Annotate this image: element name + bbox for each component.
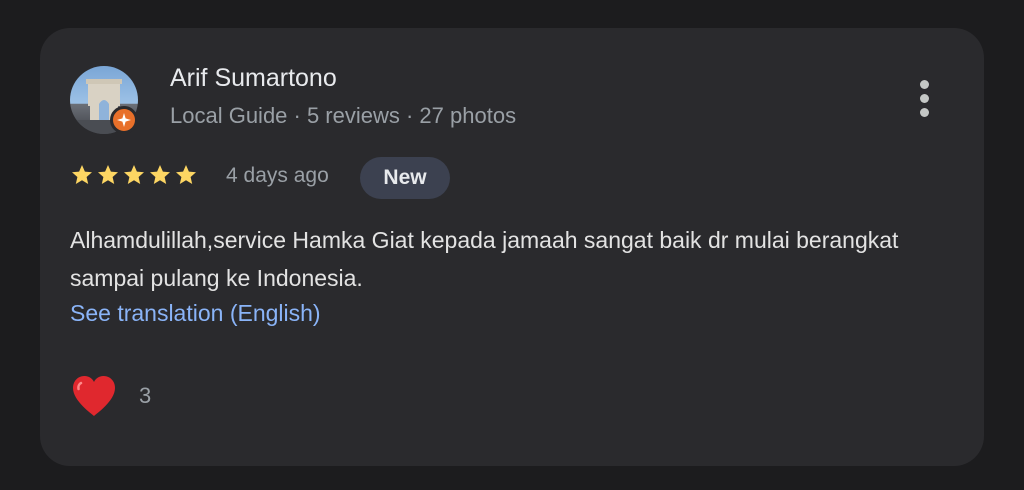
heart-icon [73, 376, 115, 416]
more-vert-icon-dot [919, 93, 929, 103]
star-icon [176, 165, 196, 184]
more-vert-icon [919, 79, 929, 89]
star-icon [124, 165, 144, 184]
author-name[interactable]: Arif Sumartono [170, 64, 337, 93]
see-translation-link[interactable]: See translation (English) [70, 300, 321, 327]
like-count: 3 [139, 383, 152, 408]
star-rating [70, 163, 198, 191]
review-text: Alhamdulillah,service Hamka Giat kepada … [70, 227, 899, 291]
review-date: 4 days ago [226, 164, 329, 187]
author-meta: Local Guide · 5 reviews · 27 photos [170, 103, 517, 128]
review-card: Arif Sumartono Local Guide · 5 reviews ·… [40, 28, 984, 466]
local-guide-star-icon [110, 106, 138, 134]
star-icon [72, 165, 92, 184]
like-button[interactable] [70, 374, 118, 418]
star-icon [150, 165, 170, 184]
more-options-button[interactable] [908, 76, 940, 120]
new-badge: New [360, 157, 450, 199]
star-icon [98, 165, 118, 184]
more-vert-icon-dot [919, 107, 929, 117]
